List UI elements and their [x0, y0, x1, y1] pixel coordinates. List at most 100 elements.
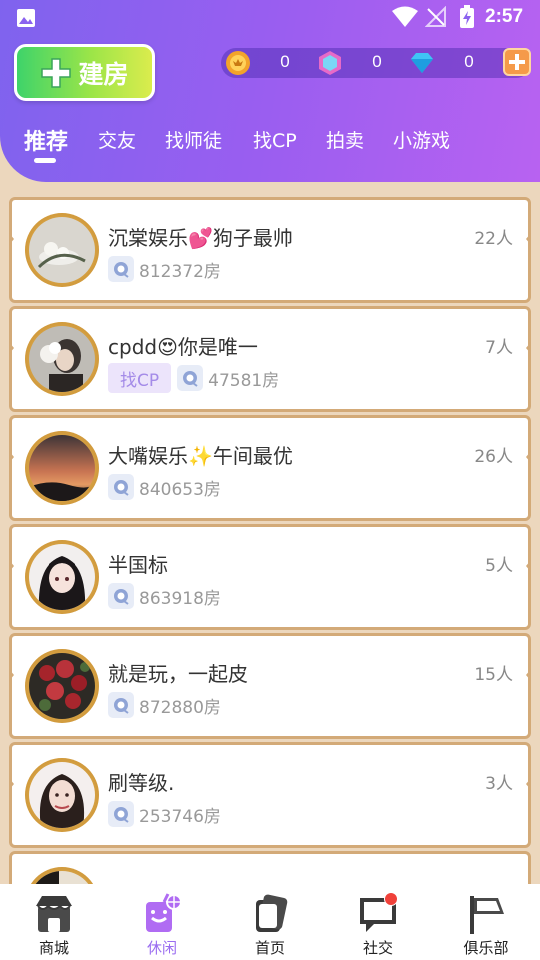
room-id: 812372房 — [139, 261, 221, 282]
room-card[interactable]: 就是玩，一起皮 15人 872880房 — [9, 633, 531, 739]
card-notch — [526, 560, 531, 572]
room-meta: 812372房 — [108, 254, 221, 284]
room-meta: 872880房 — [108, 690, 221, 720]
room-card[interactable]: 沉棠娱乐💕狗子最帅 22人 812372房 — [9, 197, 531, 303]
room-member-count: 5人 — [485, 556, 513, 576]
room-title: 半国标 — [108, 553, 168, 577]
room-avatar — [25, 322, 99, 396]
room-avatar — [25, 213, 99, 287]
tab-recommend[interactable]: 推荐 — [24, 124, 68, 156]
room-card[interactable]: cpdd😍你是唯一 7人 找CP 47581房 — [9, 306, 531, 412]
avatar-image — [29, 217, 95, 283]
tab-find-cp[interactable]: 找CP — [253, 126, 297, 153]
room-member-count: 22人 — [474, 229, 513, 249]
tab-mentor[interactable]: 找师徒 — [165, 126, 222, 153]
room-title: 就是玩，一起皮 — [108, 662, 248, 686]
room-meta: 253746房 — [108, 799, 221, 829]
card-notch — [9, 233, 14, 245]
nav-label: 社交 — [362, 939, 393, 957]
leisure-icon — [146, 893, 182, 932]
room-id: 872880房 — [139, 697, 221, 718]
nav-label: 俱乐部 — [463, 939, 509, 957]
nav-club[interactable]: 俱乐部 — [432, 884, 540, 960]
nav-label: 商城 — [38, 939, 69, 957]
room-avatar — [25, 649, 99, 723]
notification-badge — [384, 892, 398, 906]
room-meta: 找CP 47581房 — [108, 363, 279, 393]
card-notch — [9, 560, 14, 572]
room-id: 840653房 — [139, 479, 221, 500]
plus-icon — [41, 57, 72, 88]
avatar-image — [29, 653, 95, 719]
room-avatar — [25, 758, 99, 832]
room-avatar — [25, 431, 99, 505]
card-notch — [526, 778, 531, 790]
tab-auction[interactable]: 拍卖 — [326, 126, 364, 153]
card-notch — [9, 778, 14, 790]
room-avatar — [25, 540, 99, 614]
card-notch — [526, 233, 531, 245]
room-id-icon — [108, 801, 134, 827]
category-tabs: 推荐 交友 找师徒 找CP 拍卖 小游戏 — [0, 126, 540, 166]
avatar-image — [29, 762, 95, 828]
room-card[interactable]: 刷等级. 3人 253746房 — [9, 742, 531, 848]
status-bar: 2:57 — [0, 0, 540, 36]
coin-value: 0 — [280, 52, 290, 71]
diamond-value: 0 — [464, 52, 474, 71]
nav-shop[interactable]: 商城 — [0, 884, 108, 960]
nav-social[interactable]: 社交 — [324, 884, 432, 960]
room-tag: 找CP — [108, 363, 172, 393]
no-signal-icon — [425, 6, 446, 27]
battery-charging-icon — [460, 5, 474, 28]
room-id-icon — [177, 365, 204, 391]
shop-icon — [36, 896, 72, 932]
tab-mini-games[interactable]: 小游戏 — [393, 126, 450, 153]
room-title: 沉棠娱乐💕狗子最帅 — [108, 226, 293, 250]
room-id-icon — [108, 474, 134, 500]
card-notch — [9, 342, 14, 354]
nav-home[interactable]: 首页 — [216, 884, 324, 960]
active-tab-indicator — [34, 158, 56, 163]
avatar-image — [29, 544, 95, 610]
gallery-icon — [17, 9, 35, 27]
card-notch — [9, 669, 14, 681]
card-notch — [526, 451, 531, 463]
build-room-button[interactable]: 建房 — [14, 44, 155, 101]
bottom-nav: 商城 休闲 首页 社交 俱乐部 — [0, 884, 540, 960]
room-member-count: 3人 — [485, 774, 513, 794]
room-id-icon — [108, 256, 134, 282]
room-id: 47581房 — [208, 370, 280, 391]
flag-icon — [470, 896, 504, 934]
room-member-count: 15人 — [474, 665, 513, 685]
status-time: 2:57 — [485, 6, 524, 27]
avatar-image — [29, 435, 95, 501]
nav-label: 休闲 — [146, 939, 177, 957]
currency-bar: 0 0 0 — [221, 48, 531, 78]
room-meta: 863918房 — [108, 581, 221, 611]
room-member-count: 7人 — [485, 338, 513, 358]
room-id-icon — [108, 583, 134, 609]
card-notch — [526, 669, 531, 681]
room-member-count: 26人 — [474, 447, 513, 467]
room-id: 863918房 — [139, 588, 221, 609]
gem-icon — [319, 51, 341, 75]
room-title: 大嘴娱乐✨午间最优 — [108, 444, 293, 468]
add-currency-button[interactable] — [503, 48, 531, 76]
room-card[interactable]: 大嘴娱乐✨午间最优 26人 840653房 — [9, 415, 531, 521]
diamond-icon — [411, 53, 433, 73]
room-card[interactable]: 半国标 5人 863918房 — [9, 524, 531, 630]
room-title: cpdd😍你是唯一 — [108, 335, 258, 359]
room-meta: 840653房 — [108, 472, 221, 502]
wifi-icon — [392, 6, 418, 27]
coin-icon — [226, 51, 250, 75]
room-id-icon — [108, 692, 134, 718]
gem-value: 0 — [372, 52, 382, 71]
build-room-label: 建房 — [78, 59, 129, 89]
nav-label: 首页 — [254, 939, 285, 957]
header: 2:57 建房 0 0 0 推荐 交友 找师徒 找CP 拍卖 小游戏 — [0, 0, 540, 182]
tab-friends[interactable]: 交友 — [98, 126, 136, 153]
room-id: 253746房 — [139, 806, 221, 827]
card-notch — [526, 342, 531, 354]
home-icon — [256, 894, 288, 932]
nav-leisure[interactable]: 休闲 — [108, 884, 216, 960]
